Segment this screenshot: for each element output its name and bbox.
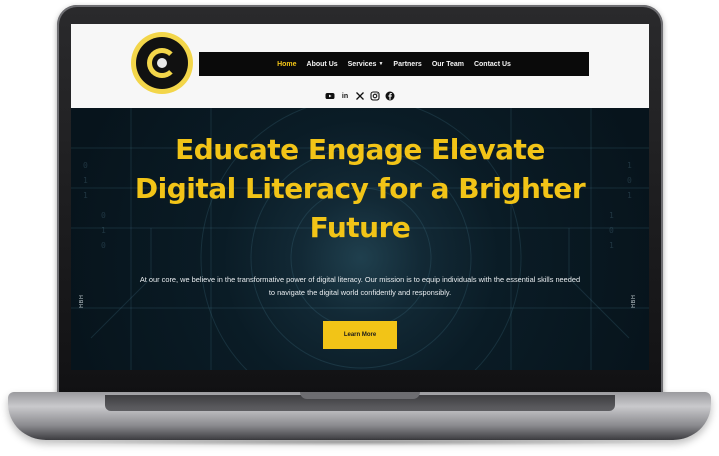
nav-about-us[interactable]: About Us: [307, 61, 338, 68]
nav-services-label: Services: [347, 60, 377, 68]
x-icon[interactable]: [355, 91, 365, 101]
hero-headline-line-3: Future: [309, 211, 411, 244]
main-navigation: Home About Us Services ▼ Partners Our Te…: [199, 52, 589, 76]
facebook-icon[interactable]: [385, 91, 395, 101]
hero-description: At our core, we believe in the transform…: [111, 273, 609, 299]
laptop-screen: Home About Us Services ▼ Partners Our Te…: [71, 24, 649, 370]
site-header: Home About Us Services ▼ Partners Our Te…: [71, 24, 649, 108]
hero-headline-line-1: Educate Engage Elevate: [175, 133, 545, 166]
laptop-shadow: [40, 438, 680, 446]
hero-description-line-2: to navigate the digital world confidentl…: [268, 288, 452, 297]
social-links: in: [325, 90, 395, 102]
linkedin-icon[interactable]: in: [340, 91, 350, 101]
chevron-down-icon: ▼: [378, 61, 384, 67]
nav-services[interactable]: Services ▼: [348, 61, 384, 68]
hero-headline: Educate Engage Elevate Digital Literacy …: [71, 130, 649, 247]
side-tag-right: HBH: [630, 294, 637, 308]
learn-more-button[interactable]: Learn More: [323, 321, 397, 349]
instagram-icon[interactable]: [370, 91, 380, 101]
laptop-notch: [300, 392, 420, 399]
site-logo[interactable]: [131, 32, 193, 94]
logo-emblem: [136, 37, 188, 89]
nav-our-team[interactable]: Our Team: [432, 61, 464, 68]
hero-description-line-1: At our core, we believe in the transform…: [139, 275, 581, 284]
nav-contact-us[interactable]: Contact Us: [474, 61, 511, 68]
hero-section: 011 010 101 101 Educate Engage Elevate D…: [71, 108, 649, 370]
side-tag-left: HBH: [78, 294, 85, 308]
youtube-icon[interactable]: [325, 91, 335, 101]
nav-partners[interactable]: Partners: [393, 61, 421, 68]
hero-headline-line-2: Digital Literacy for a Brighter: [134, 172, 586, 205]
nav-home[interactable]: Home: [277, 61, 296, 68]
camera-aperture-icon: [147, 48, 177, 78]
